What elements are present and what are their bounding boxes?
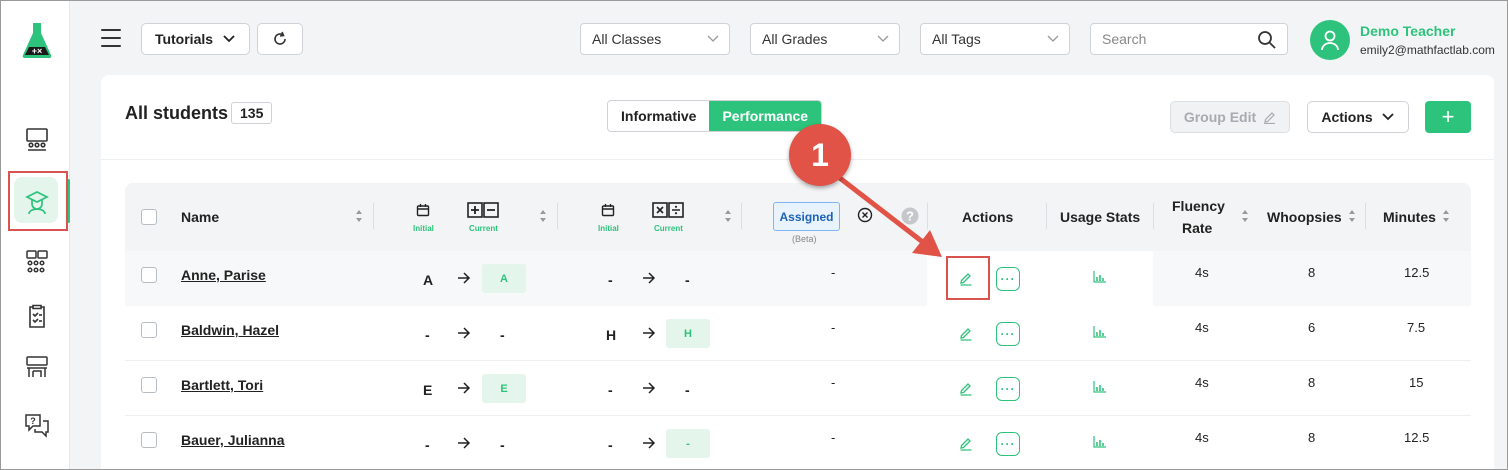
callout-arrow — [829, 169, 942, 257]
step-callout-badge: 1 — [789, 124, 851, 186]
